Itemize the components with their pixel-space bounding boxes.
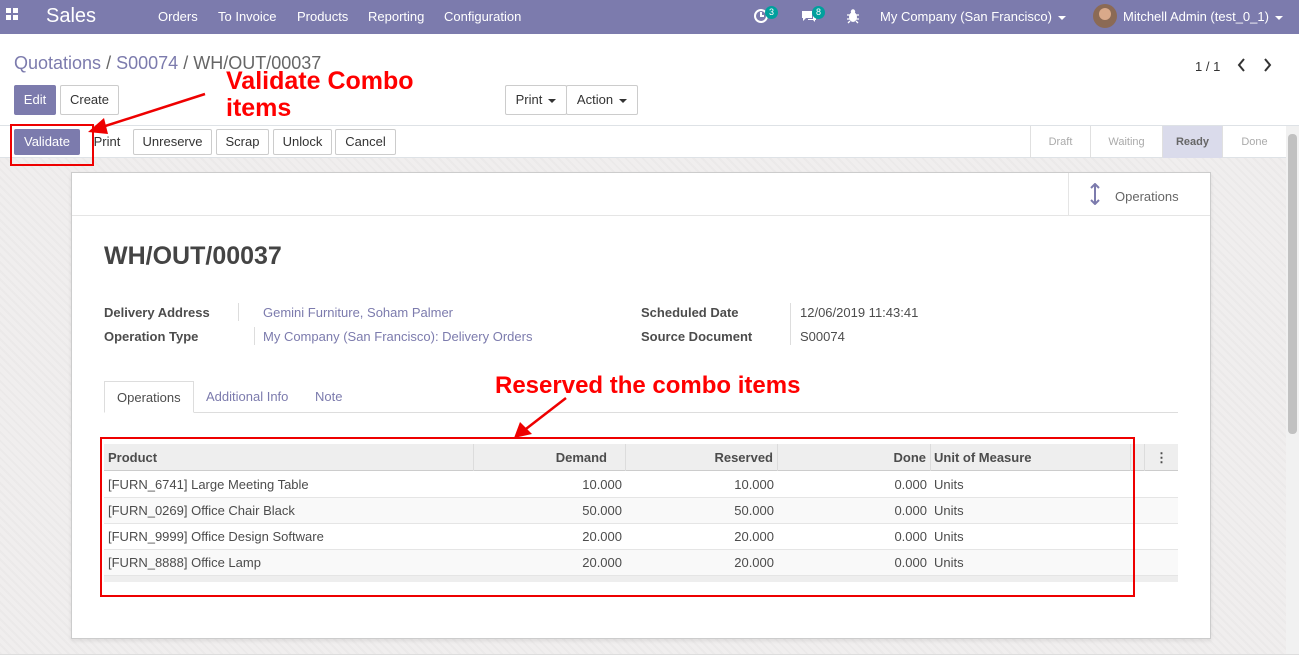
- scheduled-date-value: 12/06/2019 11:43:41: [800, 305, 919, 320]
- stage-ready: Ready: [1162, 126, 1222, 158]
- control-panel: Quotations / S00074 / WH/OUT/00037: [0, 34, 1299, 126]
- unlock-button[interactable]: Unlock: [273, 129, 332, 155]
- user-menu[interactable]: Mitchell Admin (test_0_1): [1123, 9, 1283, 24]
- page-scrollbar[interactable]: [1286, 126, 1299, 654]
- operation-type-label: Operation Type: [104, 329, 199, 344]
- delivery-address-label: Delivery Address: [104, 305, 210, 320]
- source-document-label: Source Document: [641, 329, 753, 344]
- action-dropdown[interactable]: Action: [566, 85, 638, 115]
- button-box: Operations: [72, 173, 1210, 216]
- tab-note[interactable]: Note: [303, 381, 354, 413]
- annotation-validate: Validate Combo items: [226, 68, 414, 122]
- validate-highlight-box: [10, 124, 94, 166]
- tab-operations[interactable]: Operations: [104, 381, 194, 413]
- source-document-value: S00074: [800, 329, 845, 344]
- pager-value[interactable]: 1 / 1: [1195, 59, 1220, 74]
- scrap-button[interactable]: Scrap: [216, 129, 269, 155]
- activity-badge: 3: [765, 6, 779, 19]
- delivery-address-value[interactable]: Gemini Furniture, Soham Palmer: [263, 305, 453, 320]
- user-name: Mitchell Admin (test_0_1): [1123, 9, 1269, 24]
- create-button[interactable]: Create: [60, 85, 119, 115]
- menu-to-invoice[interactable]: To Invoice: [218, 9, 277, 24]
- company-switcher[interactable]: My Company (San Francisco): [880, 9, 1066, 24]
- company-name: My Company (San Francisco): [880, 9, 1052, 24]
- action-dropdown-label: Action: [576, 92, 614, 107]
- tab-additional-info[interactable]: Additional Info: [194, 381, 300, 413]
- caret-down-icon: [548, 98, 557, 103]
- menu-configuration[interactable]: Configuration: [444, 9, 521, 24]
- apps-menu-icon[interactable]: [6, 8, 22, 24]
- print-dropdown[interactable]: Print: [505, 85, 567, 115]
- pager-next-icon[interactable]: [1263, 57, 1273, 78]
- caret-down-icon: [1057, 15, 1066, 20]
- annotation-validate-line1: Validate Combo: [226, 67, 414, 95]
- breadcrumb-quotations[interactable]: Quotations: [14, 53, 101, 73]
- form-header: Validate Print Unreserve Scrap Unlock Ca…: [0, 126, 1286, 158]
- caret-down-icon: [619, 98, 628, 103]
- debug-bug-icon[interactable]: [846, 8, 860, 27]
- messages-badge: 8: [812, 6, 826, 19]
- record-title: WH/OUT/00037: [104, 242, 282, 270]
- table-highlight-box: [100, 437, 1135, 597]
- caret-down-icon: [1274, 15, 1283, 20]
- unreserve-button[interactable]: Unreserve: [133, 129, 212, 155]
- annotation-validate-line2: items: [226, 94, 292, 122]
- user-avatar[interactable]: [1093, 4, 1117, 28]
- operations-label: Operations: [1115, 189, 1179, 204]
- app-brand[interactable]: Sales: [46, 5, 96, 28]
- arrows-vertical-icon: [1089, 182, 1101, 211]
- pager-previous-icon[interactable]: [1236, 57, 1246, 78]
- scheduled-date-label: Scheduled Date: [641, 305, 739, 320]
- stage-done: Done: [1222, 126, 1286, 158]
- menu-products[interactable]: Products: [297, 9, 348, 24]
- edit-button[interactable]: Edit: [14, 85, 56, 115]
- cancel-button[interactable]: Cancel: [335, 129, 396, 155]
- field-separator: [238, 303, 239, 321]
- operation-type-value[interactable]: My Company (San Francisco): Delivery Ord…: [263, 329, 532, 344]
- breadcrumb-separator: /: [183, 53, 189, 73]
- scrollbar-thumb[interactable]: [1288, 134, 1297, 434]
- menu-reporting[interactable]: Reporting: [368, 9, 424, 24]
- breadcrumb-separator: /: [106, 53, 112, 73]
- stage-waiting: Waiting: [1090, 126, 1162, 158]
- menu-orders[interactable]: Orders: [158, 9, 198, 24]
- bottom-bar: [0, 654, 1299, 664]
- print-dropdown-label: Print: [515, 92, 543, 107]
- top-navbar: Sales Orders To Invoice Products Reporti…: [0, 0, 1299, 34]
- breadcrumb-order[interactable]: S00074: [116, 53, 178, 73]
- stage-draft: Draft: [1030, 126, 1090, 158]
- operations-smart-button[interactable]: Operations: [1068, 173, 1210, 216]
- status-bar: Draft Waiting Ready Done: [1030, 126, 1286, 158]
- column-options-icon[interactable]: ⋮: [1144, 444, 1178, 471]
- field-separator: [790, 303, 791, 345]
- field-separator: [254, 327, 255, 345]
- annotation-reserved: Reserved the combo items: [495, 372, 801, 399]
